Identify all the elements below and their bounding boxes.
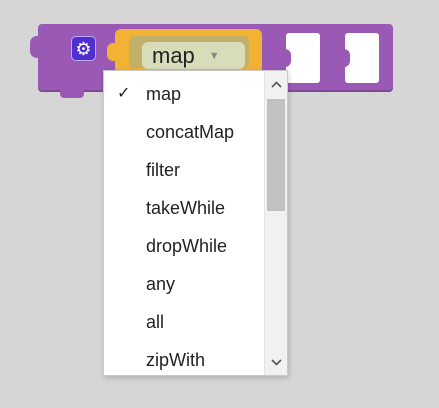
dropdown-items: ✓ map concatMap filter takeWhile dropWhi… xyxy=(104,75,266,375)
menu-item-takewhile[interactable]: takeWhile xyxy=(104,189,266,227)
menu-item-filter[interactable]: filter xyxy=(104,151,266,189)
socket-connector xyxy=(338,49,350,67)
menu-item-label: filter xyxy=(146,160,181,180)
input-socket-2[interactable] xyxy=(338,33,379,83)
menu-item-label: map xyxy=(146,84,182,104)
operation-selected-label: map xyxy=(152,42,195,68)
slot-connector xyxy=(107,43,119,61)
block-bottom-connector xyxy=(60,90,84,98)
operation-dropdown-menu: ✓ map concatMap filter takeWhile dropWhi… xyxy=(103,70,288,376)
scrollbar-thumb[interactable] xyxy=(267,99,285,211)
socket-connector xyxy=(279,49,291,67)
input-socket-1[interactable] xyxy=(279,33,320,83)
menu-item-dropwhile[interactable]: dropWhile xyxy=(104,227,266,265)
menu-item-zipwith[interactable]: zipWith xyxy=(104,341,266,375)
operation-dropdown-button[interactable]: map ▼ xyxy=(142,42,245,69)
menu-item-label: dropWhile xyxy=(146,236,228,256)
menu-item-map[interactable]: ✓ map xyxy=(104,75,266,113)
block-left-connector xyxy=(30,36,44,58)
operation-slot: map ▼ xyxy=(107,29,262,74)
chevron-up-icon[interactable] xyxy=(265,73,287,95)
menu-item-label: concatMap xyxy=(146,122,235,142)
menu-item-all[interactable]: all xyxy=(104,303,266,341)
menu-item-label: any xyxy=(146,274,176,294)
checkmark-icon: ✓ xyxy=(117,85,131,102)
chevron-down-icon[interactable] xyxy=(265,351,287,373)
menu-item-label: all xyxy=(146,312,165,332)
gear-icon[interactable]: ⚙ xyxy=(71,36,96,61)
menu-item-label: zipWith xyxy=(146,350,206,370)
menu-item-label: takeWhile xyxy=(146,198,226,218)
menu-item-concatmap[interactable]: concatMap xyxy=(104,113,266,151)
menu-item-any[interactable]: any xyxy=(104,265,266,303)
dropdown-arrow-icon: ▼ xyxy=(208,49,220,62)
dropdown-scrollbar[interactable] xyxy=(264,71,287,375)
